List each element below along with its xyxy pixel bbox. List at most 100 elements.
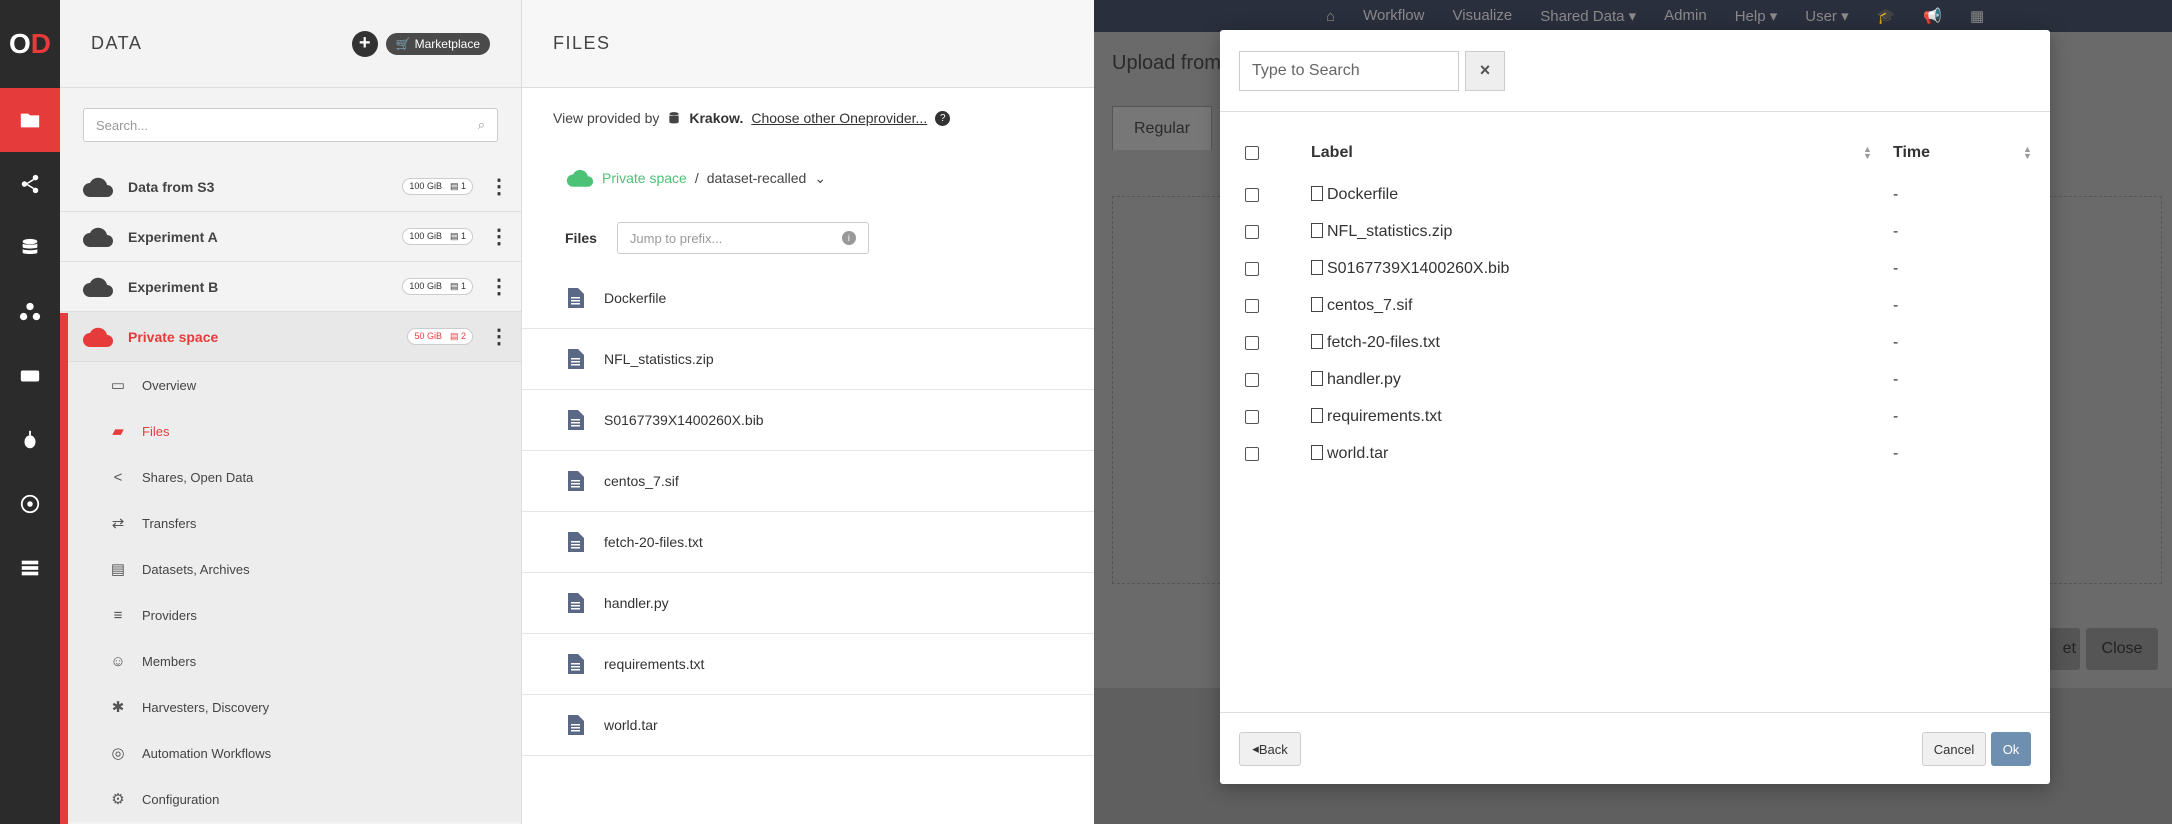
table-row[interactable]: S0167739X1400260X.bib - <box>1239 250 2031 287</box>
space-menu-icon[interactable]: ⋮ <box>489 277 509 297</box>
space-submenu-item[interactable]: ◎ Automation Workflows <box>60 730 521 776</box>
file-row[interactable]: Dockerfile <box>522 268 1094 329</box>
megaphone-icon[interactable]: 📢 <box>1923 7 1942 25</box>
grid-icon[interactable]: ▦ <box>1970 7 1984 25</box>
table-row[interactable]: handler.py - <box>1239 361 2031 398</box>
files-panel: FILES View provided by Krakow. Choose ot… <box>522 0 1094 824</box>
col-label-header[interactable]: Label <box>1311 144 1353 162</box>
cancel-button[interactable]: Cancel <box>1922 732 1986 766</box>
row-checkbox[interactable] <box>1245 224 1259 239</box>
row-time: - <box>1893 296 1899 314</box>
space-item[interactable]: Experiment A 100 GiB ▤ 1 ⋮ <box>60 212 521 262</box>
topnav-item[interactable]: Workflow <box>1363 7 1424 25</box>
space-submenu-item[interactable]: ⇄ Transfers <box>60 500 521 546</box>
clear-search-button[interactable]: × <box>1465 50 1505 91</box>
breadcrumb-dir[interactable]: dataset-recalled <box>707 170 807 186</box>
chevron-down-icon[interactable]: ⌄ <box>814 170 826 187</box>
topnav-item[interactable]: User ▾ <box>1805 7 1848 25</box>
tab-regular[interactable]: Regular <box>1112 106 1212 150</box>
sidebar-search-input[interactable]: Search... ⌕ <box>83 108 498 142</box>
row-checkbox[interactable] <box>1245 298 1259 313</box>
table-row[interactable]: world.tar - <box>1239 435 2031 472</box>
table-row[interactable]: Dockerfile - <box>1239 176 2031 213</box>
topnav-item[interactable]: Visualize <box>1452 7 1512 25</box>
nav-shares[interactable] <box>0 152 60 216</box>
space-name: Experiment A <box>128 228 218 245</box>
table-row[interactable]: NFL_statistics.zip - <box>1239 213 2031 250</box>
select-all-checkbox[interactable] <box>1245 146 1259 160</box>
space-submenu-item[interactable]: ▭ Overview <box>60 362 521 408</box>
space-submenu-item[interactable]: ▰ Files <box>60 408 521 454</box>
sort-label-icon[interactable]: ▲ ▼ <box>1863 145 1872 161</box>
file-row[interactable]: requirements.txt <box>522 634 1094 695</box>
file-row[interactable]: NFL_statistics.zip <box>522 329 1094 390</box>
space-submenu-item[interactable]: ☺ Members <box>60 638 521 684</box>
help-icon[interactable]: ? <box>935 110 951 126</box>
space-submenu-item[interactable]: ≡ Providers <box>60 592 521 638</box>
transfers-icon: ⇄ <box>111 515 125 532</box>
nav-harvesters[interactable] <box>0 408 60 472</box>
space-support-badge: 100 GiB ▤ 1 <box>402 278 473 295</box>
nav-workflows[interactable] <box>0 472 60 536</box>
file-row[interactable]: fetch-20-files.txt <box>522 512 1094 573</box>
file-row[interactable]: centos_7.sif <box>522 451 1094 512</box>
space-menu-icon[interactable]: ⋮ <box>489 327 509 347</box>
space-submenu-item[interactable]: ▤ Datasets, Archives <box>60 546 521 592</box>
file-icon <box>568 532 584 552</box>
row-checkbox[interactable] <box>1245 261 1259 276</box>
row-time: - <box>1893 407 1899 425</box>
data-sidebar: DATA + 🛒 Marketplace Search... ⌕ Data fro… <box>60 0 522 824</box>
home-icon[interactable]: ⌂ <box>1326 8 1335 25</box>
file-icon <box>1311 185 1323 201</box>
nav-tokens[interactable] <box>0 344 60 408</box>
sort-time-icon[interactable]: ▲ ▼ <box>2023 145 2032 161</box>
info-icon[interactable]: i <box>841 231 856 245</box>
breadcrumb-space[interactable]: Private space <box>602 170 687 186</box>
file-row[interactable]: handler.py <box>522 573 1094 634</box>
database-icon: ▤ <box>449 331 459 341</box>
graduation-icon[interactable]: 🎓 <box>1877 7 1896 25</box>
folder-icon: ▰ <box>112 423 124 440</box>
topnav-item[interactable]: Help ▾ <box>1735 7 1778 25</box>
choose-provider-link[interactable]: Choose other Oneprovider... <box>751 110 927 126</box>
nav-groups[interactable] <box>0 280 60 344</box>
ok-button[interactable]: Ok <box>1991 732 2031 766</box>
space-item[interactable]: Private space 50 GiB ▤ 2 ⋮ <box>60 312 521 362</box>
close-button[interactable]: Close <box>2086 628 2158 670</box>
nav-data[interactable] <box>0 88 60 152</box>
database-icon: ▤ <box>449 231 459 241</box>
file-row[interactable]: S0167739X1400260X.bib <box>522 390 1094 451</box>
space-submenu-item[interactable]: < Shares, Open Data <box>60 454 521 500</box>
add-space-button[interactable]: + <box>351 30 378 57</box>
space-submenu-item[interactable]: ✱ Harvesters, Discovery <box>60 684 521 730</box>
col-time-header[interactable]: Time <box>1893 144 1930 162</box>
jump-to-prefix-input[interactable]: Jump to prefix... i <box>616 222 869 254</box>
row-label: Dockerfile <box>1327 185 1399 203</box>
file-row[interactable]: world.tar <box>522 695 1094 756</box>
selected-space-indicator <box>60 313 68 824</box>
table-row[interactable]: requirements.txt - <box>1239 398 2031 435</box>
space-submenu-item[interactable]: ⚙ Configuration <box>60 776 521 822</box>
onedata-logo[interactable]: OD <box>0 0 60 88</box>
file-name: requirements.txt <box>604 656 705 672</box>
row-checkbox[interactable] <box>1245 446 1259 461</box>
file-name: Dockerfile <box>604 290 667 306</box>
row-checkbox[interactable] <box>1245 372 1259 387</box>
back-button[interactable]: ◂ Back <box>1239 732 1301 766</box>
space-menu-icon[interactable]: ⋮ <box>489 177 509 197</box>
table-row[interactable]: centos_7.sif - <box>1239 287 2031 324</box>
space-item[interactable]: Experiment B 100 GiB ▤ 1 ⋮ <box>60 262 521 312</box>
nav-providers[interactable] <box>0 216 60 280</box>
row-checkbox[interactable] <box>1245 335 1259 350</box>
topnav-item[interactable]: Admin <box>1664 7 1707 25</box>
modal-search-input[interactable]: Type to Search <box>1239 50 1459 91</box>
space-item[interactable]: Data from S3 100 GiB ▤ 1 ⋮ <box>60 162 521 212</box>
nav-clusters[interactable] <box>0 536 60 600</box>
table-row[interactable]: fetch-20-files.txt - <box>1239 324 2031 361</box>
topnav-item[interactable]: Shared Data ▾ <box>1540 7 1636 25</box>
marketplace-button[interactable]: 🛒 Marketplace <box>385 32 490 55</box>
file-icon <box>1311 407 1323 423</box>
space-menu-icon[interactable]: ⋮ <box>489 227 509 247</box>
row-checkbox[interactable] <box>1245 187 1259 202</box>
row-checkbox[interactable] <box>1245 409 1259 424</box>
